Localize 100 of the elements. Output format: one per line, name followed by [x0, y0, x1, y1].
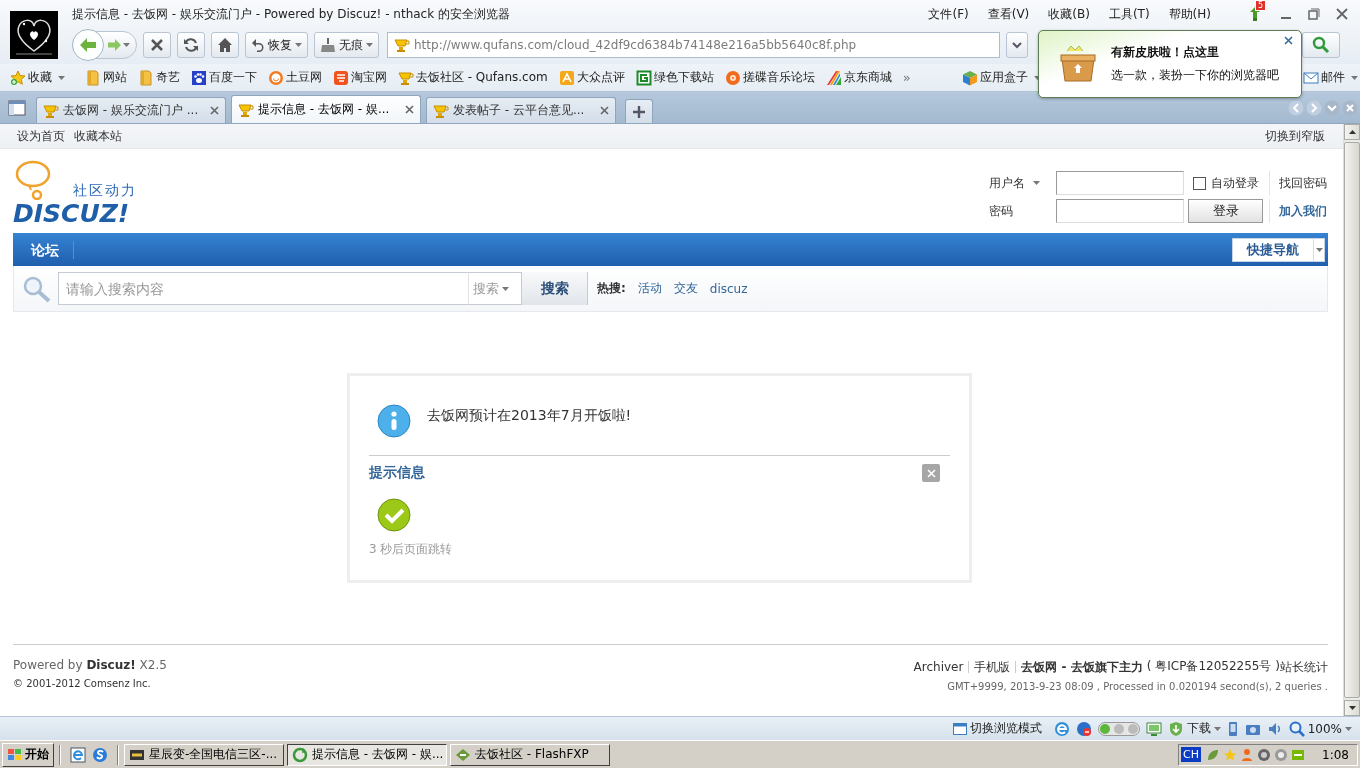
more-bookmarks-button[interactable]: »: [898, 70, 915, 85]
quick-nav-button[interactable]: 快捷导航: [1232, 237, 1325, 262]
start-button[interactable]: 开始: [2, 742, 54, 767]
zoom-button[interactable]: 100%: [1288, 720, 1352, 737]
stats-link[interactable]: 站长统计: [1280, 660, 1328, 673]
stop-button[interactable]: [143, 32, 171, 58]
bookmark-item[interactable]: 邮件: [1299, 69, 1360, 86]
browser-tab[interactable]: 发表帖子 - 云平台意见...: [426, 97, 616, 123]
dropdown-icon: [1033, 181, 1040, 185]
login-button[interactable]: 登录: [1188, 199, 1263, 223]
info-icon: [377, 404, 411, 438]
menu-item[interactable]: 收藏(B): [1039, 5, 1099, 23]
refresh-icon: [292, 746, 308, 763]
close-tab-icon[interactable]: [405, 105, 414, 114]
browser-e-icon[interactable]: [1053, 720, 1070, 737]
bookmark-item[interactable]: 百度一下: [186, 69, 261, 86]
tab-list-icon[interactable]: [1324, 99, 1340, 116]
circle-icon[interactable]: [1257, 747, 1272, 762]
footer-link[interactable]: Archiver: [908, 660, 970, 673]
bookmark-item[interactable]: 搓碟音乐论坛: [720, 69, 819, 86]
search-icon: [22, 274, 52, 303]
bookmark-item[interactable]: 去饭社区 - Qufans.com: [393, 69, 552, 86]
close-icon[interactable]: [1284, 36, 1293, 45]
bookmark-item[interactable]: 收藏: [6, 69, 69, 86]
scroll-right-icon[interactable]: [1306, 99, 1322, 116]
close-icon[interactable]: [1336, 8, 1348, 20]
private-mode-button[interactable]: 无痕: [314, 32, 379, 58]
back-icon[interactable]: [71, 28, 105, 62]
browser-tab[interactable]: 去饭网 - 娱乐交流门户 ...: [36, 97, 226, 123]
browser-e-icon[interactable]: [70, 746, 86, 763]
taskbar-button[interactable]: 去饭社区 - FlashFXP: [450, 743, 610, 766]
restore-button[interactable]: 恢复: [245, 32, 308, 58]
screen-icon[interactable]: [1145, 720, 1162, 737]
search-field[interactable]: 请输入搜索内容: [58, 272, 468, 305]
close-tab-icon[interactable]: [600, 106, 609, 115]
bookmark-item[interactable]: 淘宝网: [328, 69, 391, 86]
nav-item[interactable]: 论坛: [13, 240, 74, 259]
cup-icon: [394, 37, 410, 53]
history-dropdown-button[interactable]: [1006, 32, 1028, 58]
bookmark-item[interactable]: 奇艺: [133, 69, 184, 86]
close-button[interactable]: [922, 464, 940, 482]
password-field[interactable]: [1056, 199, 1184, 223]
cup-icon: [43, 102, 59, 119]
hot-search-link[interactable]: 交友: [673, 280, 698, 297]
new-tab-button[interactable]: [625, 99, 653, 123]
site-name-link[interactable]: 去饭网 - 去饭旗下主力: [1016, 660, 1147, 673]
cup-icon: [433, 102, 449, 119]
maximize-icon[interactable]: [1308, 8, 1320, 20]
home-button[interactable]: [211, 32, 239, 58]
popup-title-link[interactable]: 有新皮肤啦！点这里: [1111, 44, 1279, 61]
caret-icon: [1213, 726, 1221, 731]
refresh-icon: [183, 37, 199, 53]
input-method-indicator[interactable]: CH: [1181, 747, 1202, 762]
menu-item[interactable]: 帮助(H): [1159, 5, 1220, 23]
register-link[interactable]: 加入我们: [1279, 202, 1327, 220]
taskbar-button[interactable]: 提示信息 - 去饭网 - 娱...: [287, 743, 447, 766]
toggle-icon[interactable]: [1097, 721, 1140, 736]
switch-width-link[interactable]: 切换到窄版: [1265, 127, 1325, 145]
footer-link[interactable]: 手机版: [969, 660, 1017, 673]
bookmark-item[interactable]: 大众点评: [554, 69, 629, 86]
leaf-icon[interactable]: [1206, 747, 1221, 762]
hot-search-label: 热搜:: [597, 280, 626, 297]
search-button[interactable]: [1302, 32, 1340, 58]
browser-tab[interactable]: 提示信息 - 去饭网 - 娱...: [231, 95, 421, 123]
hot-search-link[interactable]: 活动: [637, 280, 662, 297]
address-bar[interactable]: http://www.qufans.com/cloud_42df9cd6384b74148e216a5bb5640c8f.php: [387, 32, 1000, 58]
menu-item[interactable]: 查看(V): [978, 5, 1039, 23]
dropdown-icon: [123, 43, 130, 47]
browse-mode-button[interactable]: 切换浏览模式: [952, 720, 1042, 737]
checkbox[interactable]: [1193, 176, 1206, 190]
site-link[interactable]: 设为首页: [17, 127, 65, 145]
menu-item[interactable]: 文件(F): [919, 5, 978, 23]
sidebar-icon[interactable]: [8, 99, 26, 116]
search-button[interactable]: 搜索: [521, 272, 587, 305]
skin-toast[interactable]: 有新皮肤啦！点这里 选一款，装扮一下你的浏览器吧: [1038, 30, 1302, 98]
taskbar-button[interactable]: 星辰变-全国电信三区-...: [124, 743, 284, 766]
check-icon: [377, 498, 411, 532]
folder-icon: [137, 69, 154, 86]
refresh-button[interactable]: [177, 32, 205, 58]
hot-search-link[interactable]: discuz: [709, 281, 748, 296]
paw-icon: [190, 69, 207, 86]
bookmark-item[interactable]: 土豆网: [263, 69, 326, 86]
bookmark-item[interactable]: 绿色下载站: [631, 69, 718, 86]
bookmark-item[interactable]: 京东商城: [821, 69, 896, 86]
figure-icon[interactable]: [1240, 747, 1255, 762]
close-tab-icon[interactable]: [210, 106, 219, 115]
circle-icon[interactable]: [1274, 747, 1289, 762]
star-icon[interactable]: [1223, 747, 1238, 762]
scroll-down-button[interactable]: [1344, 700, 1360, 716]
s-logo-icon[interactable]: [92, 746, 108, 763]
phone-icon[interactable]: [1226, 720, 1239, 737]
download-button[interactable]: 下载: [1167, 720, 1221, 737]
forgot-password-link[interactable]: 找回密码: [1279, 174, 1327, 192]
menu-item[interactable]: 工具(T): [1099, 5, 1159, 23]
scroll-left-icon[interactable]: [1288, 99, 1304, 116]
site-link[interactable]: 收藏本站: [74, 127, 122, 145]
forward-icon[interactable]: [105, 38, 123, 52]
username-field[interactable]: [1056, 171, 1184, 195]
bookmark-item[interactable]: 网站: [80, 69, 131, 86]
scroll-up-button[interactable]: [1344, 124, 1360, 140]
